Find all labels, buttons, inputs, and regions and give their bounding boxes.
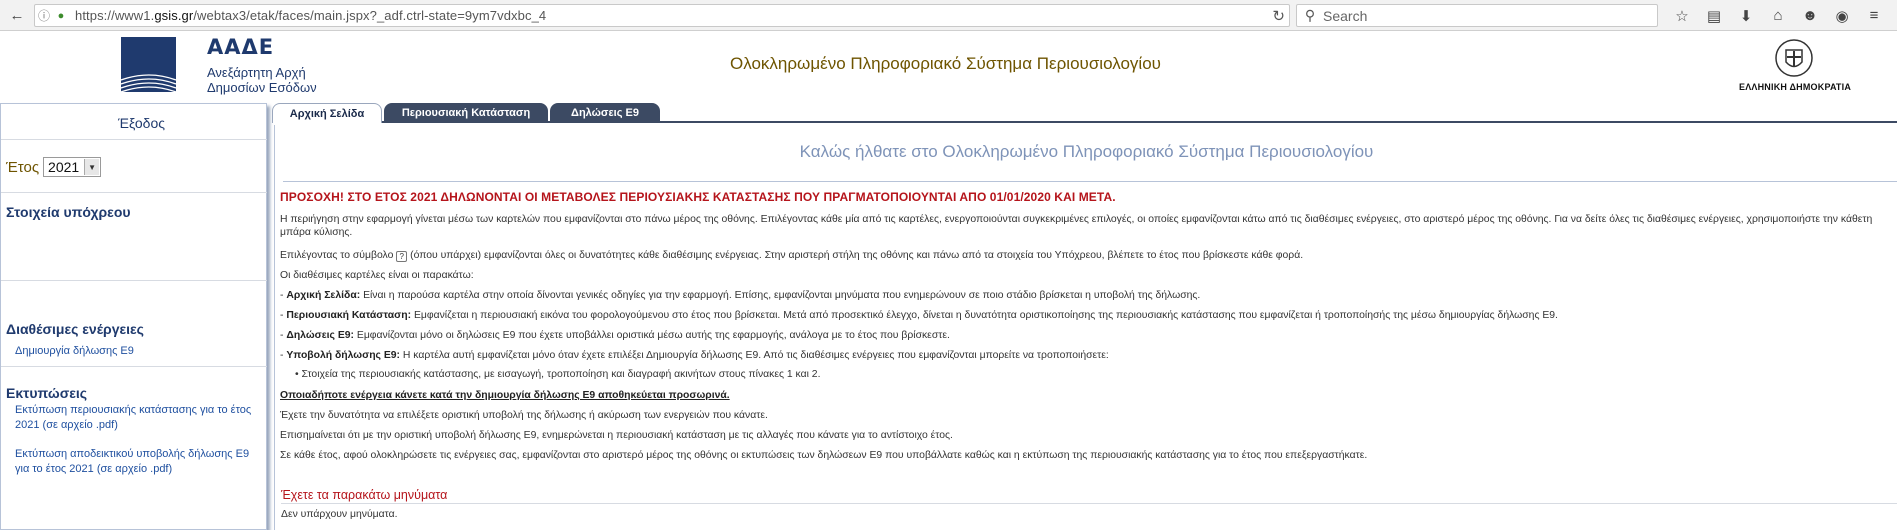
update-paragraph: Επισημαίνεται ότι με την οριστική υποβολ… xyxy=(280,430,953,441)
tab-desc-home: - Αρχική Σελίδα: Είναι η παρούσα καρτέλα… xyxy=(280,290,1201,301)
tab-desc-e9: - Δηλώσεις Ε9: Εμφανίζονται μόνο οι δηλώ… xyxy=(280,330,950,341)
prints-heading: Εκτυπώσεις xyxy=(6,385,88,401)
menu-icon[interactable]: ≡ xyxy=(1858,4,1890,27)
tab-e9-declarations[interactable]: Δηλώσεις Ε9 xyxy=(550,103,660,123)
org-subtitle-line2: Δημοσίων Εσόδων xyxy=(207,80,317,95)
final-submit-paragraph: Έχετε την δυνατότητα να επιλέξετε οριστι… xyxy=(280,410,768,421)
pocket-icon[interactable]: ◉ xyxy=(1826,4,1858,27)
warning-banner: ΠΡΟΣΟΧΗ! ΣΤΟ ΕΤΟΣ 2021 ΔΗΛΩΝΟΝΤΑΙ ΟΙ ΜΕΤ… xyxy=(280,190,1116,204)
exit-link[interactable]: Έξοδος xyxy=(118,115,165,131)
divider xyxy=(283,181,1897,182)
tab-desc-asset-status: - Περιουσιακή Κατάσταση: Εμφανίζεται η π… xyxy=(280,310,1558,321)
search-icon: ⚲ xyxy=(1304,7,1316,23)
print-asset-status-link[interactable]: Εκτύπωση περιουσιακής κατάστασης για το … xyxy=(15,403,255,433)
divider xyxy=(1,366,267,367)
bookmark-star-icon[interactable]: ☆ xyxy=(1666,4,1698,27)
chat-icon[interactable]: ☻ xyxy=(1794,4,1826,27)
download-icon[interactable]: ⬇ xyxy=(1730,4,1762,27)
chevron-down-icon[interactable]: ▼ xyxy=(84,159,100,175)
year-value: 2021 xyxy=(48,159,80,175)
republic-label: ΕΛΛΗΝΙΚΗ ΔΗΜΟΚΡΑΤΙΑ xyxy=(1739,82,1852,92)
divider xyxy=(1,280,267,281)
tabs-intro: Οι διαθέσιμες καρτέλες είναι οι παρακάτω… xyxy=(280,270,474,281)
system-title: Ολοκληρωμένο Πληροφοριακό Σύστημα Περιου… xyxy=(730,54,1161,73)
search-input[interactable]: ⚲ Search xyxy=(1296,4,1658,27)
sidebar: Έξοδος Έτος 2021 ▼ Στοιχεία υπόχρεου Δια… xyxy=(0,103,267,530)
print-e9-receipt-link[interactable]: Εκτύπωση αποδεικτικού υποβολής δήλωσης Ε… xyxy=(15,447,255,477)
taxpayer-heading: Στοιχεία υπόχρεου xyxy=(6,204,131,220)
org-subtitle-line1: Ανεξάρτητη Αρχή xyxy=(207,65,306,80)
tab-home[interactable]: Αρχική Σελίδα xyxy=(272,103,382,123)
welcome-title: Καλώς ήλθατε στο Ολοκληρωμένο Πληροφορια… xyxy=(799,142,1374,161)
help-icon: ? xyxy=(396,251,408,262)
address-bar[interactable]: ⓘ ● https://www1.gsis.gr/webtax3/etak/fa… xyxy=(34,4,1290,27)
aade-logo-icon xyxy=(121,37,176,92)
divider xyxy=(1,192,267,193)
intro-paragraph: Η περιήγηση στην εφαρμογή γίνεται μέσω τ… xyxy=(280,214,1873,238)
messages-heading: Έχετε τα παρακάτω μηνύματα xyxy=(281,488,448,502)
tab-asset-status[interactable]: Περιουσιακή Κατάσταση xyxy=(384,103,548,123)
org-acronym: ΑΑΔΕ xyxy=(207,35,275,59)
divider xyxy=(281,503,1897,504)
site-header: ΑΑΔΕ Ανεξάρτητη Αρχή Δημοσίων Εσόδων Ολο… xyxy=(0,31,1897,101)
create-e9-link[interactable]: Δημιουργία δήλωσης Ε9 xyxy=(15,344,255,359)
save-note: Οποιαδήποτε ενέργεια κάνετε κατά την δημ… xyxy=(280,390,730,401)
greek-emblem-icon xyxy=(1775,39,1813,77)
search-placeholder: Search xyxy=(1323,7,1368,24)
bullet-item: • Στοιχεία της περιουσιακής κατάστασης, … xyxy=(295,369,821,380)
exit-row: Έξοδος xyxy=(1,104,267,140)
tab-desc-e9-submit: - Υποβολή δήλωσης Ε9: Η καρτέλα αυτή εμφ… xyxy=(280,350,1109,361)
actions-heading: Διαθέσιμες ενέργειες xyxy=(6,321,144,337)
tab-bar: Αρχική Σελίδα Περιουσιακή Κατάσταση Δηλώ… xyxy=(272,103,1897,123)
prints-paragraph: Σε κάθε έτος, αφού ολοκληρώσετε τις ενέρ… xyxy=(280,450,1368,461)
main-content: Καλώς ήλθατε στο Ολοκληρωμένο Πληροφορια… xyxy=(274,125,1897,530)
symbol-paragraph: Επιλέγοντας το σύμβολο ? (όπου υπάρχει) … xyxy=(280,250,1304,262)
home-icon[interactable]: ⌂ xyxy=(1762,4,1794,27)
year-label: Έτος xyxy=(6,158,40,176)
reload-icon[interactable]: ↻ xyxy=(1272,7,1285,25)
url-text[interactable]: https://www1.gsis.gr/webtax3/etak/faces/… xyxy=(75,8,546,23)
info-icon[interactable]: ⓘ xyxy=(35,7,53,24)
browser-toolbar: ← ⓘ ● https://www1.gsis.gr/webtax3/etak/… xyxy=(0,0,1897,31)
year-selector-row: Έτος 2021 ▼ xyxy=(6,157,102,177)
messages-empty: Δεν υπάρχουν μηνύματα. xyxy=(281,509,398,520)
lock-icon[interactable]: ● xyxy=(53,10,69,22)
back-arrow-icon[interactable]: ← xyxy=(4,3,30,27)
reading-list-icon[interactable]: ▤ xyxy=(1698,4,1730,27)
year-select[interactable]: 2021 ▼ xyxy=(43,157,102,177)
